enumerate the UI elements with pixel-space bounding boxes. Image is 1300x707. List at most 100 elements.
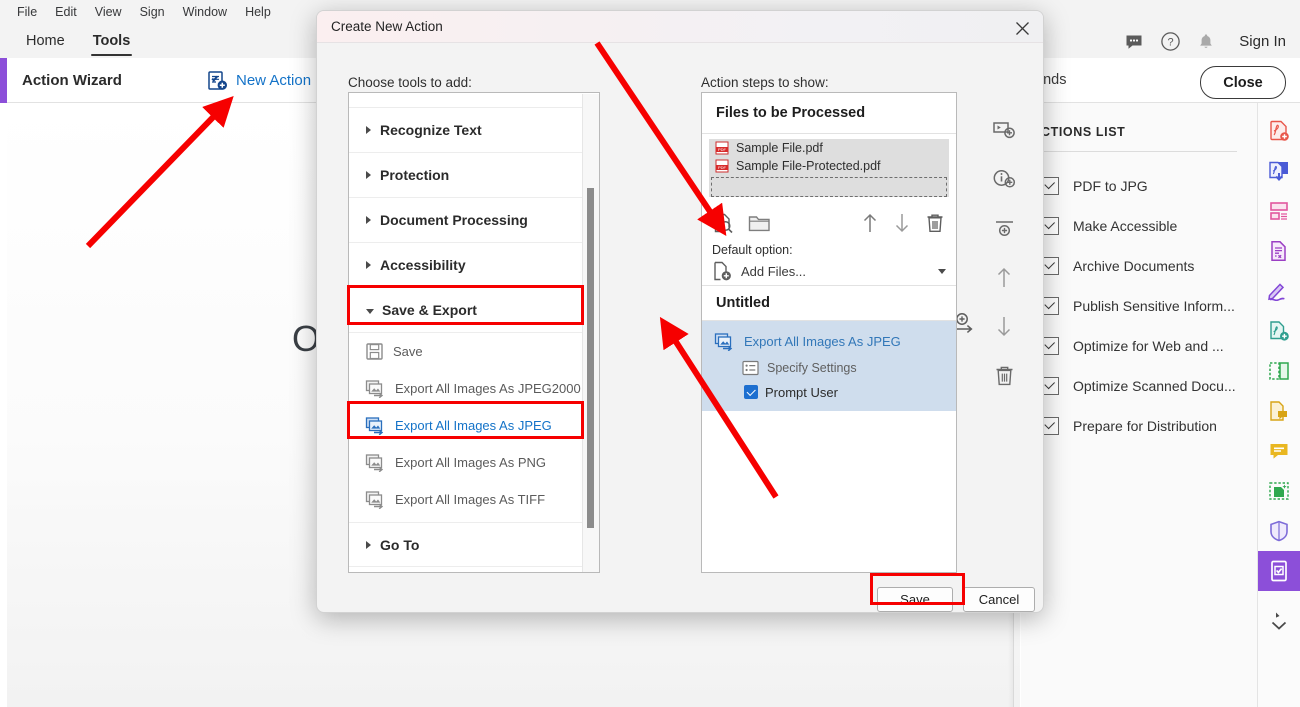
menu-item-window[interactable]: Window <box>174 0 236 25</box>
tool-category-go-to[interactable]: Go To <box>349 522 599 567</box>
chevron-right-icon <box>366 216 371 224</box>
tools-list-scrollbar-thumb[interactable] <box>587 188 594 528</box>
comment-icon[interactable] <box>1123 31 1145 53</box>
actions-list: PDF to JPG Make Accessible Archive Docum… <box>1021 166 1257 446</box>
fill-and-sign-icon[interactable] <box>1258 271 1300 311</box>
tool-category-accessibility[interactable]: Accessibility <box>349 243 599 288</box>
tool-item-save[interactable]: Save <box>349 333 599 370</box>
tool-category-label: Go To <box>380 536 420 553</box>
tool-category-save-export[interactable]: Save & Export <box>349 288 599 333</box>
close-button[interactable]: Close <box>1200 66 1286 99</box>
list-item[interactable]: PDF Sample File.pdf <box>709 139 949 157</box>
file-drop-placeholder[interactable] <box>711 177 947 197</box>
tools-list[interactable]: Recognize Text Protection Document Proce… <box>348 92 600 573</box>
menu-item-help[interactable]: Help <box>236 0 280 25</box>
menu-item-edit[interactable]: Edit <box>46 0 86 25</box>
action-step-main[interactable]: Export All Images As JPEG <box>702 327 956 355</box>
delete-trash-icon[interactable] <box>979 351 1029 400</box>
delete-trash-icon[interactable] <box>924 212 946 235</box>
close-icon[interactable] <box>1011 17 1033 39</box>
create-pdf-icon[interactable] <box>1258 111 1300 151</box>
export-pdf-icon[interactable] <box>1258 151 1300 191</box>
list-item[interactable]: Publish Sensitive Inform... <box>1021 286 1257 326</box>
list-item[interactable]: PDF to JPG <box>1021 166 1257 206</box>
add-instruction-icon[interactable] <box>979 155 1029 204</box>
svg-text:?: ? <box>1167 37 1173 49</box>
svg-text:PDF: PDF <box>718 147 727 152</box>
list-item[interactable]: Archive Documents <box>1021 246 1257 286</box>
tab-home[interactable]: Home <box>12 25 79 58</box>
list-item[interactable]: Optimize for Web and ... <box>1021 326 1257 366</box>
tools-rail <box>1258 103 1300 707</box>
checkbox-icon[interactable] <box>744 385 758 399</box>
chevron-down-icon <box>938 268 946 274</box>
new-action-button[interactable]: New Action <box>206 58 311 103</box>
tool-item-export-jpeg[interactable]: Export All Images As JPEG <box>349 407 599 444</box>
help-icon[interactable]: ? <box>1159 31 1181 53</box>
tool-accent-bar <box>0 58 7 103</box>
scan-and-ocr-icon[interactable] <box>1258 471 1300 511</box>
list-item[interactable]: Prepare for Distribution <box>1021 406 1257 446</box>
action-step-row[interactable]: Export All Images As JPEG Specify Settin… <box>702 321 956 411</box>
action-wizard-icon[interactable] <box>1258 551 1300 591</box>
steps-section-header: Untitled <box>702 285 956 321</box>
edit-pdf-icon[interactable] <box>1258 231 1300 271</box>
add-panel-icon[interactable] <box>979 106 1029 155</box>
export-images-icon <box>365 490 386 509</box>
chevron-down-icon[interactable] <box>1258 601 1300 641</box>
move-up-arrow-icon[interactable] <box>860 212 880 234</box>
menu-item-sign[interactable]: Sign <box>131 0 174 25</box>
move-down-arrow-icon[interactable] <box>892 212 912 234</box>
pdf-file-icon: PDF <box>715 159 729 173</box>
action-steps-panel[interactable]: Files to be Processed PDF Sample File.pd… <box>701 92 957 573</box>
tool-category-protection[interactable]: Protection <box>349 153 599 198</box>
menu-item-view[interactable]: View <box>86 0 131 25</box>
list-item-label: PDF to JPG <box>1073 178 1148 194</box>
list-item[interactable]: Make Accessible <box>1021 206 1257 246</box>
sign-in-button[interactable]: Sign In <box>1239 33 1286 50</box>
tool-item-label: Export All Images As JPEG <box>395 418 552 433</box>
files-list[interactable]: PDF Sample File.pdf PDF Sample File-Prot… <box>709 139 949 197</box>
tab-tools[interactable]: Tools <box>79 25 145 58</box>
notifications-icon[interactable] <box>1195 31 1217 53</box>
protect-shield-icon[interactable] <box>1258 511 1300 551</box>
save-disk-icon <box>365 342 384 361</box>
files-toolbar <box>702 203 956 243</box>
move-up-arrow-icon[interactable] <box>979 253 1029 302</box>
move-down-arrow-icon[interactable] <box>979 302 1029 351</box>
tool-item-export-png[interactable]: Export All Images As PNG <box>349 444 599 481</box>
list-item[interactable]: PDF Sample File-Protected.pdf <box>709 157 949 175</box>
step-tools-column <box>979 106 1029 400</box>
comment-bubble-icon[interactable] <box>1258 431 1300 471</box>
list-item-label: Archive Documents <box>1073 258 1195 274</box>
create-pdf-green-icon[interactable] <box>1258 311 1300 351</box>
tool-category-label: Accessibility <box>380 257 466 273</box>
tool-item-export-jpeg2000[interactable]: Export All Images As JPEG2000 <box>349 370 599 407</box>
export-images-icon <box>365 379 386 398</box>
default-option-value: Add Files... <box>741 263 807 279</box>
menu-item-file[interactable]: File <box>8 0 46 25</box>
add-comment-icon[interactable] <box>1258 391 1300 431</box>
tool-category-recognize-text[interactable]: Recognize Text <box>349 108 599 153</box>
steps-section-title: Untitled <box>716 295 770 311</box>
dialog-title: Create New Action <box>331 19 443 34</box>
new-action-icon <box>206 70 228 92</box>
action-step-label: Export All Images As JPEG <box>744 333 901 349</box>
add-folder-icon[interactable] <box>747 212 771 235</box>
tool-item-export-tiff[interactable]: Export All Images As TIFF <box>349 481 599 518</box>
list-item[interactable]: Optimize Scanned Docu... <box>1021 366 1257 406</box>
tool-category-label: Save & Export <box>382 302 477 318</box>
default-option-dropdown[interactable]: Add Files... <box>702 257 956 285</box>
cancel-button[interactable]: Cancel <box>963 587 1035 612</box>
svg-text:PDF: PDF <box>718 165 727 170</box>
organize-pages-icon[interactable] <box>1258 191 1300 231</box>
tool-item-label: Save <box>393 344 423 359</box>
compare-files-icon[interactable] <box>1258 351 1300 391</box>
export-images-icon <box>365 416 386 435</box>
add-divider-icon[interactable] <box>979 204 1029 253</box>
preview-file-icon[interactable] <box>712 212 735 235</box>
specify-settings-row[interactable]: Specify Settings <box>702 355 956 381</box>
save-button[interactable]: Save <box>877 587 953 612</box>
tool-category-document-processing[interactable]: Document Processing <box>349 198 599 243</box>
prompt-user-row[interactable]: Prompt User <box>702 381 956 403</box>
